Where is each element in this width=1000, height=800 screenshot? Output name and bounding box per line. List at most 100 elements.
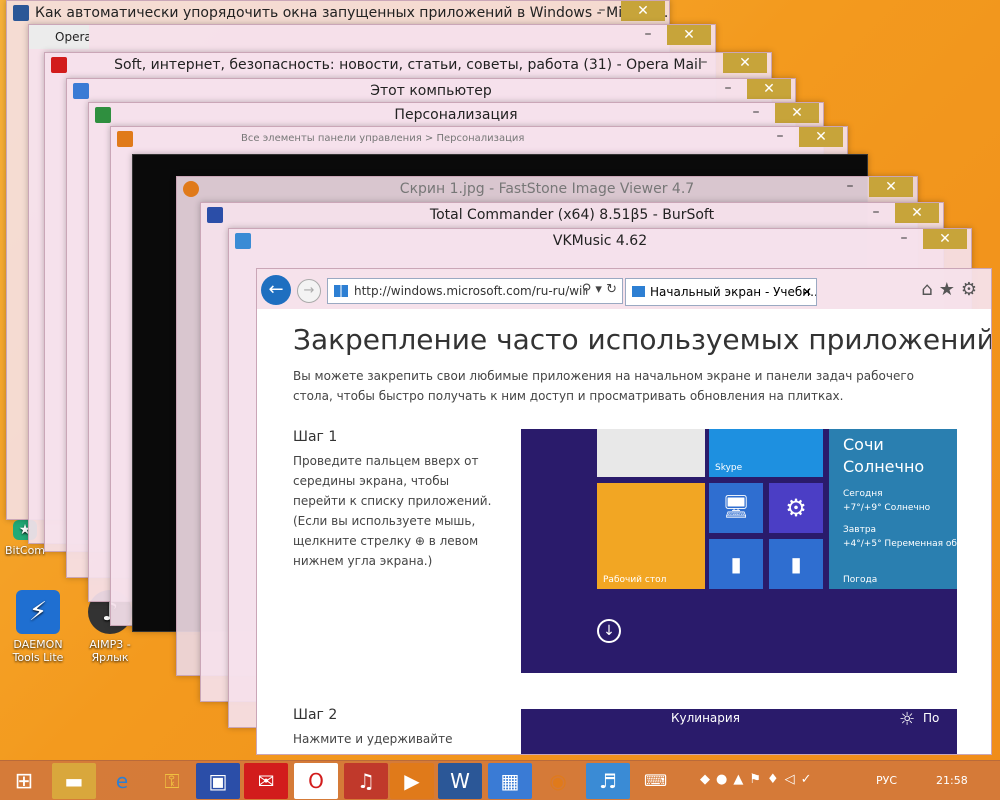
window-title: Как автоматически упорядочить окна запущ… <box>35 5 669 21</box>
favorites-icon[interactable]: ★ <box>939 279 961 300</box>
weather-tomorrow-temp: +4°/+5° Переменная обл <box>843 539 957 549</box>
address-tools[interactable]: ⚲ ▾ ↻ <box>563 278 623 304</box>
window-title: Total Commander (x64) 8.51β5 - BurSoft <box>429 207 715 223</box>
close-button[interactable]: ✕ <box>895 203 939 223</box>
close-button[interactable]: ✕ <box>799 127 843 147</box>
window-title: Этот компьютер <box>370 83 492 99</box>
minimize-button[interactable]: – <box>745 103 767 123</box>
weather-tile: Сочи Солнечно Сегодня +7°/+9° Солнечно З… <box>829 429 957 589</box>
daemon-tools-icon: ⚡ <box>16 590 60 634</box>
close-button[interactable]: ✕ <box>621 1 665 21</box>
start-button[interactable]: ⊞ <box>2 763 46 799</box>
folder-tile-1: ▮ <box>709 539 763 589</box>
taskbar-word-icon[interactable]: W <box>438 763 482 799</box>
window-title: VKMusic 4.62 <box>552 233 648 249</box>
weather-state: Солнечно <box>843 457 925 476</box>
search-icon[interactable]: ⚲ <box>582 282 592 297</box>
window-title: Персонализация <box>394 107 518 123</box>
tab-title: Начальный экран - Учебн... <box>650 285 817 299</box>
start-screen-screenshot-2: Кулинария ☼ По <box>521 709 957 754</box>
people-tile <box>597 429 705 477</box>
browser-toolbar: ← → http://windows.microsoft.com/ru-ru/w… <box>257 269 991 309</box>
system-tray: ⌨ ◆●▲⚑♦◁✓ РУС 21:58 <box>640 761 1000 800</box>
taskbar-ie-icon[interactable]: e <box>100 763 144 799</box>
page-intro: Вы можете закрепить свои любимые приложе… <box>293 369 915 403</box>
tab-windows-icon <box>632 286 645 297</box>
close-button[interactable]: ✕ <box>747 79 791 99</box>
computer-tile: 🖥 <box>709 483 763 533</box>
refresh-icon[interactable]: ↻ <box>606 282 617 297</box>
window-title: Soft, интернет, безопасность: новости, с… <box>114 57 702 73</box>
taskbar-media-icon[interactable]: ▶ <box>390 763 434 799</box>
dropdown-icon[interactable]: ▾ <box>595 282 602 297</box>
browser-tab[interactable]: Начальный экран - Учебн... ✕ <box>625 278 817 306</box>
po-tile-label: По <box>923 711 940 725</box>
url-text: http://windows.microsoft.com/ru-ru/wir <box>354 284 588 298</box>
close-button[interactable]: ✕ <box>667 25 711 45</box>
cooking-tile-label: Кулинария <box>671 711 740 725</box>
desktop-tile: Рабочий стол <box>597 483 705 589</box>
settings-tile: ⚙ <box>769 483 823 533</box>
minimize-button[interactable]: – <box>637 25 659 45</box>
back-button[interactable]: ← <box>261 275 291 305</box>
taskbar-faststone-icon[interactable]: ◉ <box>536 763 580 799</box>
step1-title: Шаг 1 <box>293 429 338 445</box>
weather-tomorrow: Завтра <box>843 525 877 535</box>
minimize-button[interactable]: – <box>865 203 887 223</box>
page-title: Закрепление часто используемых приложени… <box>293 323 991 356</box>
start-screen-screenshot: Skype Сочи Солнечно Сегодня +7°/+9° Солн… <box>521 429 957 673</box>
skype-tile: Skype <box>709 429 823 477</box>
windows-logo-icon <box>334 285 348 297</box>
minimize-button[interactable]: – <box>591 1 613 21</box>
folder-tile-2: ▮ <box>769 539 823 589</box>
taskbar-floppy-icon[interactable]: ▣ <box>196 763 240 799</box>
skype-label: Skype <box>715 463 743 473</box>
step2-title: Шаг 2 <box>293 707 338 723</box>
sun-icon: ☼ <box>899 709 916 730</box>
close-button[interactable]: ✕ <box>869 177 913 197</box>
minimize-button[interactable]: – <box>839 177 861 197</box>
window-title: Opera <box>29 25 89 49</box>
weather-today-temp: +7°/+9° Солнечно <box>843 503 931 513</box>
window-title: Все элементы панели управления > Персона… <box>241 133 525 144</box>
step2-text: Нажмите и удерживайте нужное <box>293 732 453 754</box>
language-indicator[interactable]: РУС <box>876 774 897 787</box>
taskbar-opera-icon[interactable]: O <box>294 763 338 799</box>
close-button[interactable]: ✕ <box>775 103 819 123</box>
minimize-button[interactable]: – <box>693 53 715 73</box>
settings-gear-icon[interactable]: ⚙ <box>961 279 983 300</box>
browser-window[interactable]: ← → http://windows.microsoft.com/ru-ru/w… <box>256 268 992 755</box>
minimize-button[interactable]: – <box>717 79 739 99</box>
aimp-label-2: Ярлык <box>91 651 129 664</box>
tray-icons[interactable]: ◆●▲⚑♦◁✓ <box>700 772 818 787</box>
home-icon[interactable]: ⌂ <box>921 279 938 300</box>
tab-close-icon[interactable]: ✕ <box>802 279 812 305</box>
weather-today: Сегодня <box>843 489 883 499</box>
desktop-tile-label: Рабочий стол <box>603 575 667 585</box>
window-title: Скрин 1.jpg - FastStone Image Viewer 4.7 <box>399 181 695 197</box>
close-button[interactable]: ✕ <box>723 53 767 73</box>
daemon-label-1: DAEMON <box>13 638 63 651</box>
aimp-label-1: AIMP3 - <box>89 638 131 651</box>
taskbar-control-panel-icon[interactable]: ▦ <box>488 763 532 799</box>
keyboard-icon[interactable]: ⌨ <box>644 771 667 790</box>
clock[interactable]: 21:58 <box>936 774 968 787</box>
desktop-icon-daemon[interactable]: ⚡ DAEMON Tools Lite <box>8 590 68 664</box>
browser-icons: ⌂★⚙ <box>921 279 983 300</box>
page-content: Закрепление часто используемых приложени… <box>257 309 991 754</box>
taskbar: ⊞ ▬ e ⚿ ▣ ✉ O ♫ ▶ W ▦ ◉ ♬ ⌨ ◆●▲⚑♦◁✓ РУС … <box>0 760 1000 800</box>
taskbar-aimp-icon[interactable]: ♫ <box>344 763 388 799</box>
minimize-button[interactable]: – <box>893 229 915 249</box>
weather-label: Погода <box>843 575 878 585</box>
close-button[interactable]: ✕ <box>923 229 967 249</box>
taskbar-explorer-icon[interactable]: ▬ <box>52 763 96 799</box>
taskbar-key-icon[interactable]: ⚿ <box>150 763 194 799</box>
forward-button[interactable]: → <box>297 279 321 303</box>
daemon-label-2: Tools Lite <box>12 651 64 664</box>
bitcomet-label: BitCom <box>4 544 46 557</box>
minimize-button[interactable]: – <box>769 127 791 147</box>
taskbar-vkmusic-icon[interactable]: ♬ <box>586 763 630 799</box>
all-apps-arrow-icon[interactable]: ↓ <box>597 619 621 643</box>
taskbar-mail-icon[interactable]: ✉ <box>244 763 288 799</box>
step1-text: Проведите пальцем вверх от середины экра… <box>293 454 492 568</box>
